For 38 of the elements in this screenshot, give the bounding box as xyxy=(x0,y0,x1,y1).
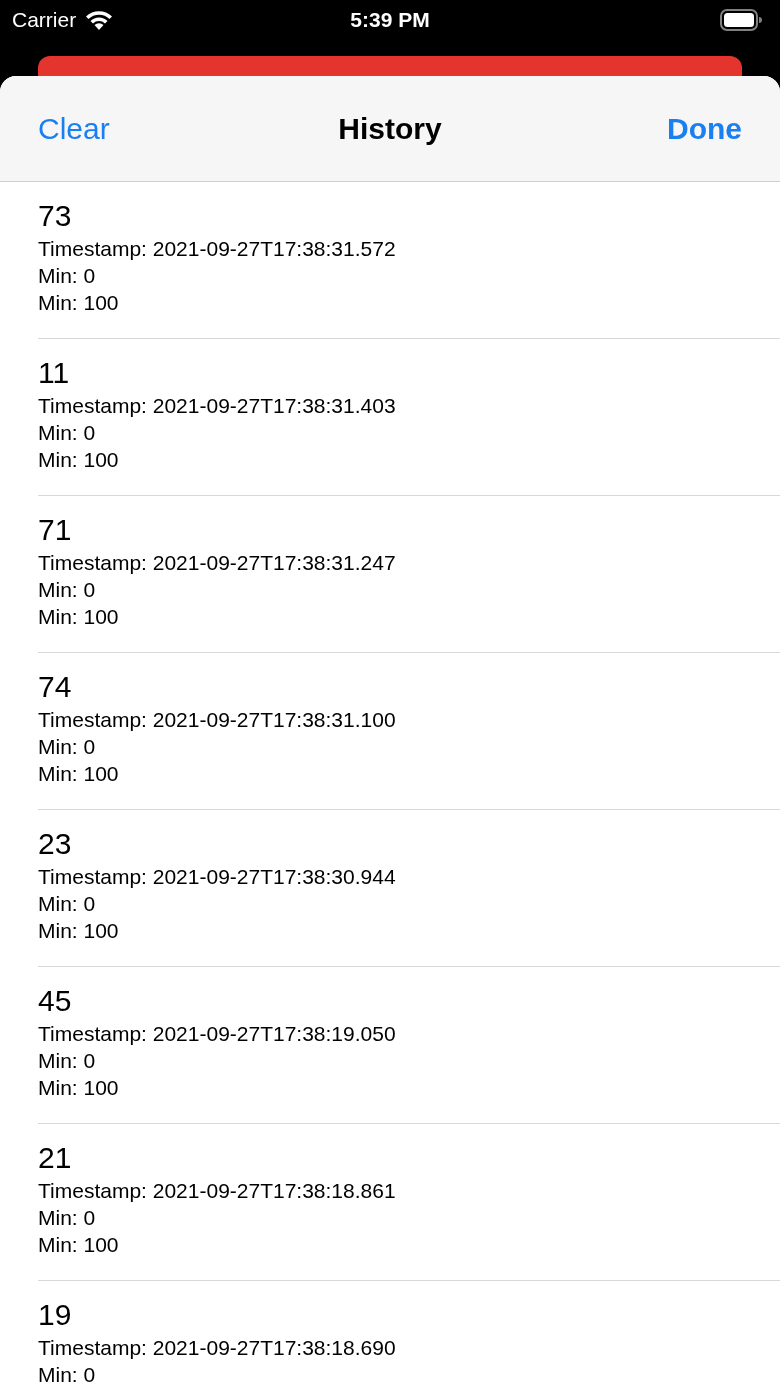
history-detail: Min: 100 xyxy=(38,447,119,473)
history-value: 23 xyxy=(38,826,72,862)
history-detail: Min: 100 xyxy=(38,1075,119,1101)
history-value: 73 xyxy=(38,198,72,234)
history-detail: Min: 0 xyxy=(38,263,96,289)
history-detail: Timestamp: 2021-09-27T17:38:31.100 xyxy=(38,707,396,733)
history-value: 19 xyxy=(38,1297,72,1333)
history-detail: Min: 0 xyxy=(38,577,96,603)
history-detail: Min: 100 xyxy=(38,1232,119,1258)
history-detail: Timestamp: 2021-09-27T17:38:19.050 xyxy=(38,1021,396,1047)
history-value: 21 xyxy=(38,1140,72,1176)
history-detail: Min: 100 xyxy=(38,604,119,630)
battery-icon xyxy=(720,9,762,31)
history-detail: Min: 100 xyxy=(38,918,119,944)
history-detail: Timestamp: 2021-09-27T17:38:18.690 xyxy=(38,1335,396,1361)
history-value: 74 xyxy=(38,669,72,705)
history-value: 11 xyxy=(38,355,70,391)
history-detail: Min: 0 xyxy=(38,1048,96,1074)
clock-time: 5:39 PM xyxy=(350,8,430,32)
history-detail: Min: 0 xyxy=(38,734,96,760)
history-detail: Min: 100 xyxy=(38,761,119,787)
history-detail: Min: 0 xyxy=(38,891,96,917)
carrier-label: Carrier xyxy=(12,8,77,32)
history-detail: Timestamp: 2021-09-27T17:38:31.247 xyxy=(38,550,396,576)
history-detail: Min: 0 xyxy=(38,1362,96,1387)
done-button[interactable]: Done xyxy=(667,111,742,146)
history-detail: Min: 0 xyxy=(38,1205,96,1231)
sheet-title: History xyxy=(338,111,442,146)
history-value: 71 xyxy=(38,512,72,548)
wifi-icon xyxy=(84,9,115,31)
history-detail: Timestamp: 2021-09-27T17:38:31.403 xyxy=(38,393,396,419)
history-detail: Timestamp: 2021-09-27T17:38:18.861 xyxy=(38,1178,396,1204)
clear-button[interactable]: Clear xyxy=(38,111,110,146)
history-detail: Timestamp: 2021-09-27T17:38:30.944 xyxy=(38,864,396,890)
history-value: 45 xyxy=(38,983,72,1019)
history-detail: Min: 0 xyxy=(38,420,96,446)
history-detail: Min: 100 xyxy=(38,290,119,316)
history-detail: Timestamp: 2021-09-27T17:38:31.572 xyxy=(38,236,396,262)
